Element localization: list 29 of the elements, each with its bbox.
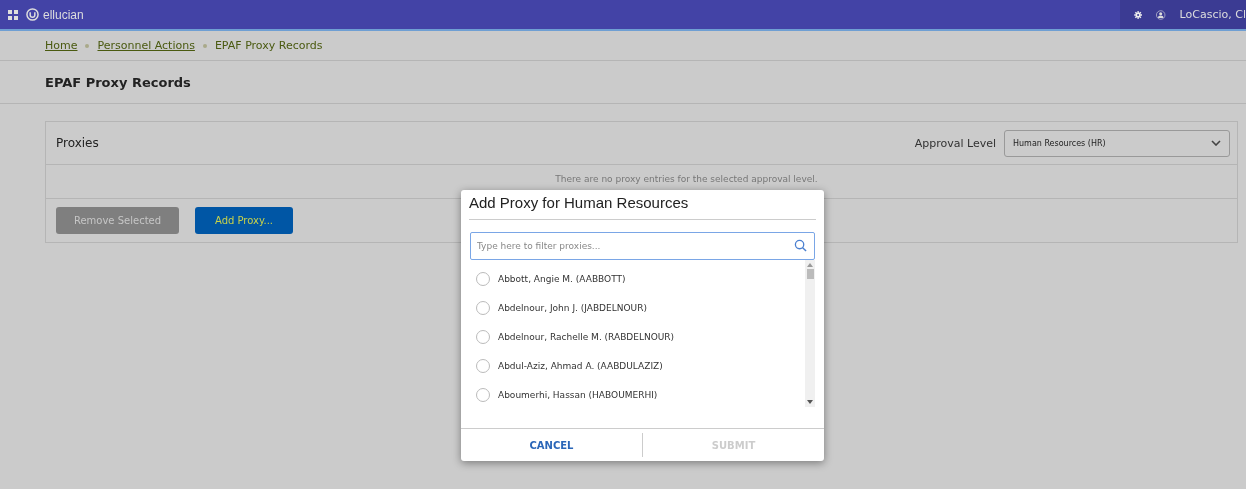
scroll-thumb[interactable] [806, 269, 814, 279]
proxy-option[interactable]: Abdelnour, John J. (JABDELNOUR) [470, 293, 805, 322]
breadcrumb-item[interactable]: Personnel Actions [97, 39, 195, 52]
filter-field[interactable]: Type here to filter proxies... [470, 232, 815, 260]
page-title: EPAF Proxy Records [45, 74, 191, 90]
proxy-option[interactable]: Abdelnour, Rachelle M. (RABDELNOUR) [470, 322, 805, 351]
separator-dot-icon [202, 43, 207, 48]
logo-icon [26, 8, 39, 21]
scrollbar[interactable] [805, 260, 815, 407]
breadcrumb-item[interactable]: Home [45, 39, 78, 52]
apps-grid-icon[interactable] [8, 9, 18, 20]
search-icon[interactable] [794, 239, 807, 252]
user-name[interactable]: LoCascio, Cl [1179, 8, 1246, 21]
breadcrumb-item: EPAF Proxy Records [214, 39, 323, 52]
add-proxy-button[interactable]: Add Proxy... [195, 207, 293, 234]
panel-title: Proxies [56, 136, 99, 150]
proxy-option[interactable]: Abbott, Angie M. (AABBOTT) [470, 264, 805, 293]
empty-message: There are no proxy entries for the selected approval level. [555, 174, 818, 184]
cancel-button[interactable]: CANCEL [461, 429, 642, 461]
separator-dot-icon [85, 43, 90, 48]
scroll-down-arrow-icon[interactable] [807, 400, 813, 404]
chevron-down-icon [1211, 140, 1221, 146]
approval-level-dropdown[interactable]: Human Resources (HR) [1004, 129, 1230, 157]
approval-level-label: Approval Level [914, 136, 996, 150]
dialog-title: Add Proxy for Human Resources [469, 190, 816, 220]
scroll-up-arrow-icon[interactable] [807, 263, 813, 267]
brand-name: ellucian [43, 7, 84, 22]
proxy-option[interactable]: Aboumerhi, Hassan (HABOUMERHI) [470, 380, 805, 409]
proxy-option[interactable]: Abdul-Aziz, Ahmad A. (AABDULAZIZ) [470, 351, 805, 380]
